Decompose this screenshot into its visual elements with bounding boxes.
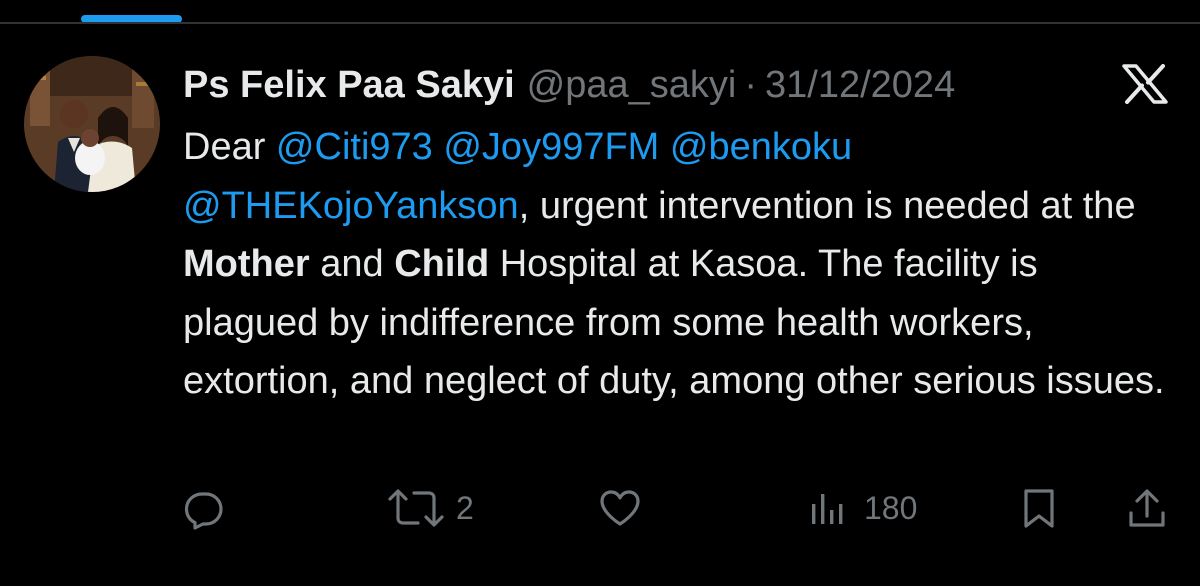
heart-icon <box>598 486 642 530</box>
mention-link[interactable]: @Joy997FM <box>443 126 659 168</box>
avatar[interactable] <box>24 56 160 192</box>
header-divider <box>0 22 1200 24</box>
retweet-button[interactable]: 2 <box>386 480 474 536</box>
share-icon <box>1125 486 1169 530</box>
tweet-text-segment: , urgent intervention is needed at the <box>518 184 1136 227</box>
reply-icon <box>182 486 226 530</box>
tweet-date[interactable]: 31/12/2024 <box>765 60 955 110</box>
mention-link[interactable]: @Citi973 <box>276 126 433 168</box>
mention-link[interactable]: @benkoku <box>670 126 852 168</box>
tweet-header: Ps Felix Paa Sakyi @paa_sakyi · 31/12/20… <box>183 60 955 110</box>
share-button[interactable] <box>1125 480 1169 536</box>
tweet-text-segment: and <box>309 243 395 285</box>
retweet-count: 2 <box>456 489 474 526</box>
tweet-action-bar: 2 180 <box>0 480 1200 536</box>
views-count: 180 <box>864 489 918 526</box>
bookmark-button[interactable] <box>1017 480 1061 536</box>
avatar-photo <box>24 56 160 192</box>
tweet-text-bold: Child <box>394 243 490 285</box>
mention-link[interactable]: @THEKojoYankson <box>183 185 519 227</box>
tweet-text-bold: Mother <box>183 243 310 285</box>
tweet-text-intro: Dear <box>183 126 276 168</box>
views-icon <box>806 486 850 530</box>
header-separator: · <box>744 64 758 106</box>
author-handle[interactable]: @paa_sakyi <box>527 60 737 110</box>
views-button[interactable]: 180 <box>806 480 917 536</box>
like-button[interactable] <box>598 480 642 536</box>
bookmark-icon <box>1017 486 1061 530</box>
x-logo-icon[interactable] <box>1121 64 1169 104</box>
retweet-icon <box>386 486 450 530</box>
author-display-name[interactable]: Ps Felix Paa Sakyi <box>183 60 515 110</box>
reply-button[interactable] <box>182 480 226 536</box>
tweet-text: Dear @Citi973 @Joy997FM @benkoku @THEKoj… <box>183 118 1183 411</box>
